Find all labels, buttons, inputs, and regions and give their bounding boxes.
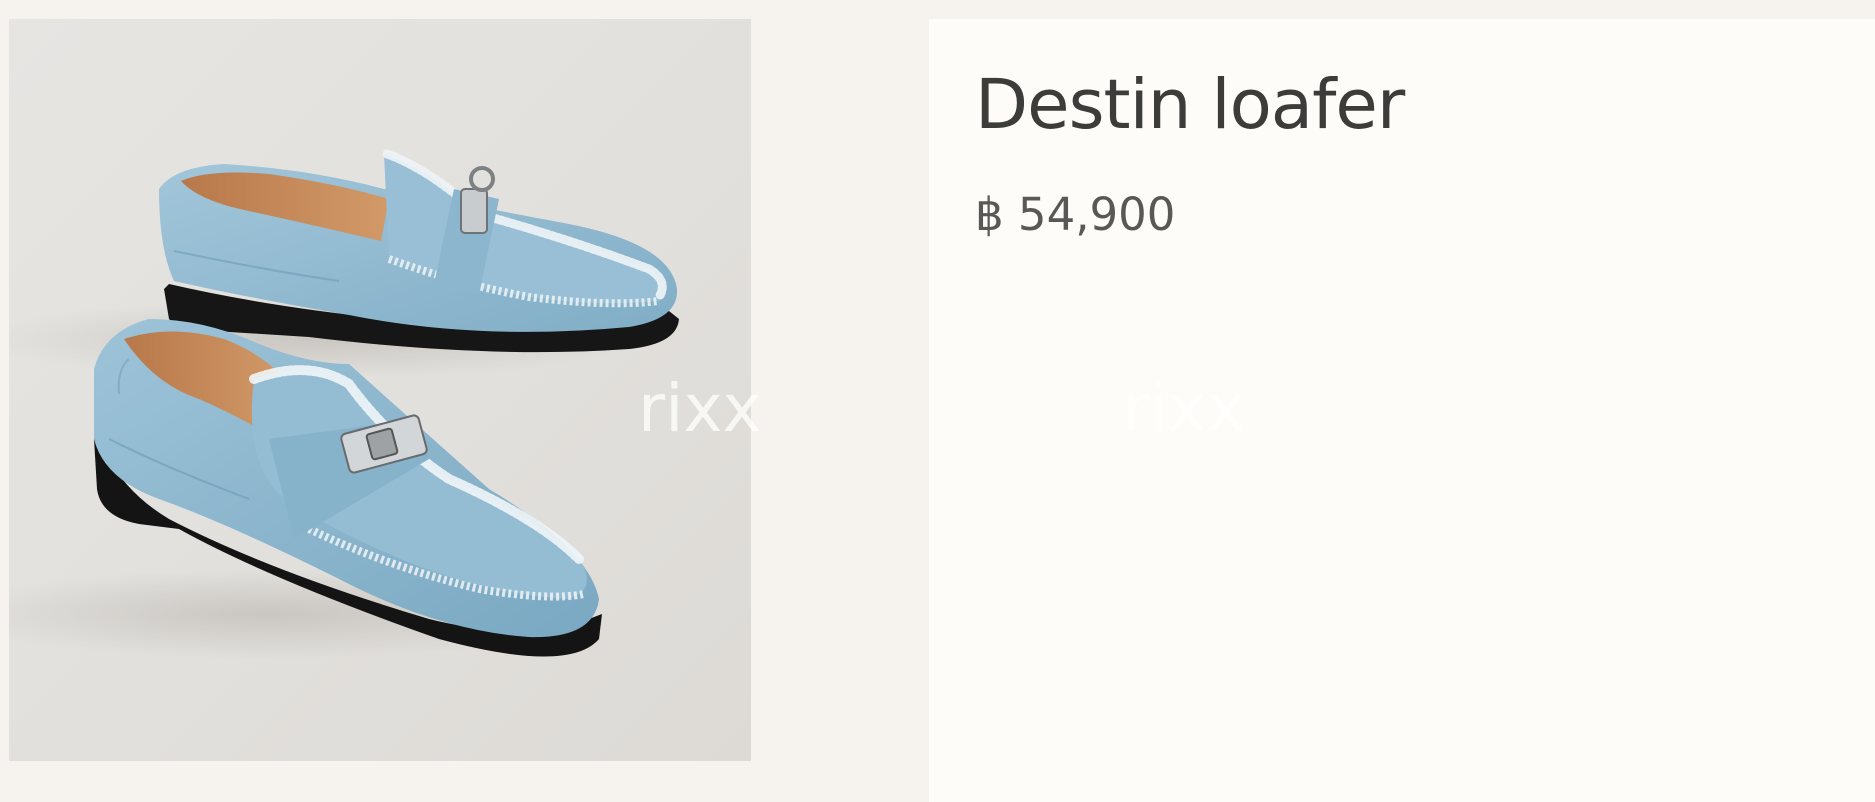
back-loafer: [159, 149, 679, 353]
product-title: Destin loafer: [975, 65, 1405, 145]
product-image[interactable]: [9, 19, 751, 761]
product-info-panel: Destin loafer ฿ 54,900: [929, 19, 1875, 802]
loafer-illustration: [9, 149, 679, 659]
product-price: ฿ 54,900: [975, 188, 1176, 241]
